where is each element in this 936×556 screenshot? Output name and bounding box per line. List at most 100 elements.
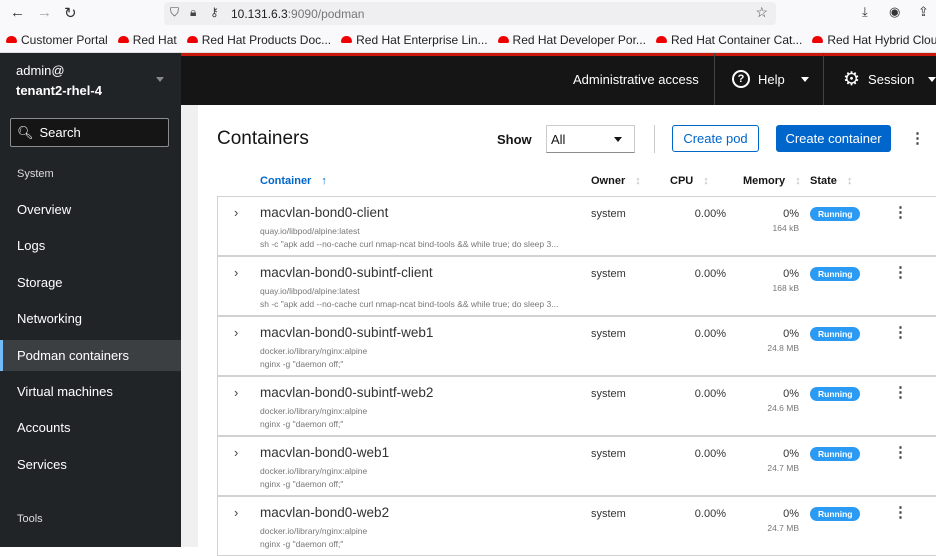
expand-chevron-icon[interactable]: › [234,445,238,460]
kebab-menu-icon[interactable]: ⋮ [910,129,925,147]
bookmark[interactable]: Red Hat [117,33,177,47]
memory-size: 24.6 MB [767,403,799,413]
bookmark[interactable]: Red Hat Products Doc... [186,33,331,47]
administrative-access-button[interactable]: Administrative access [573,53,699,105]
header-label: Container [260,175,312,187]
search-input[interactable]: 🔍︎ Search [10,118,169,147]
container-command: nginx -g "daemon off;" [260,479,344,489]
session-menu[interactable]: ⚙ Session [843,53,936,105]
show-value: All [551,132,566,147]
bookmark[interactable]: Red Hat Hybrid Cloud ... [812,33,936,47]
container-image: docker.io/library/nginx:alpine [260,466,368,476]
cpu-usage: 0.00% [694,388,726,400]
sidebar-item-virtual-machines[interactable]: Virtual machines [0,376,181,407]
state-badge: Running [810,327,861,341]
container-name[interactable]: macvlan-bond0-subintf-client [260,265,433,280]
table-row[interactable]: › macvlan-bond0-client quay.io/libpod/al… [217,196,936,256]
owner: system [591,508,626,520]
container-name[interactable]: macvlan-bond0-subintf-web2 [260,385,433,400]
container-name[interactable]: macvlan-bond0-web2 [260,505,389,520]
gear-icon: ⚙ [843,68,861,90]
container-name[interactable]: macvlan-bond0-subintf-web1 [260,325,433,340]
owner: system [591,388,626,400]
table-row[interactable]: › macvlan-bond0-web1 docker.io/library/n… [217,436,936,496]
container-image: quay.io/libpod/alpine:latest [260,226,360,236]
divider [823,53,824,105]
show-select[interactable]: All [546,125,635,153]
create-container-button[interactable]: Create container [776,125,891,152]
sidebar-item-logs[interactable]: Logs [0,230,181,261]
cpu-usage: 0.00% [694,328,726,340]
column-header-owner[interactable]: Owner ↕ [591,175,641,187]
sidebar-item-services[interactable]: Services [0,449,181,480]
redhat-icon [186,36,198,43]
sidebar-item-accounts[interactable]: Accounts [0,412,181,443]
memory-percent: 0% [783,448,799,460]
bookmark-label: Red Hat Hybrid Cloud ... [827,32,936,47]
content-gutter [181,105,198,547]
account-icon[interactable]: ◉ [889,4,900,20]
star-icon[interactable]: ☆ [755,4,768,21]
extensions-icon[interactable]: ⇪ [918,4,929,20]
bookmark[interactable]: Red Hat Enterprise Lin... [341,33,488,47]
page-title: Containers [217,128,309,149]
container-name[interactable]: macvlan-bond0-client [260,205,388,220]
table-row[interactable]: › macvlan-bond0-subintf-web1 docker.io/l… [217,316,936,376]
download-icon[interactable]: ⤓ [862,4,868,20]
table-row[interactable]: › macvlan-bond0-subintf-web2 docker.io/l… [217,376,936,436]
caret-down-icon [928,76,936,82]
create-pod-button[interactable]: Create pod [672,125,759,152]
memory-size: 168 kB [772,283,799,293]
help-icon: ? [732,70,750,88]
owner: system [591,208,626,220]
back-icon[interactable]: ← [10,4,25,21]
sidebar-item-podman-containers[interactable]: Podman containers [0,340,181,371]
expand-chevron-icon[interactable]: › [234,325,238,340]
reload-icon[interactable]: ↻ [64,4,77,22]
redhat-icon [812,36,824,43]
row-kebab-icon[interactable]: ⋮ [893,323,908,341]
forward-icon[interactable]: → [37,4,52,21]
table-row[interactable]: › macvlan-bond0-subintf-client quay.io/l… [217,256,936,316]
sidebar-item-overview[interactable]: Overview [0,194,181,225]
container-image: quay.io/libpod/alpine:latest [260,286,360,296]
column-header-state[interactable]: State ↕ [810,175,852,187]
column-header-container[interactable]: Container ↑ [260,175,327,187]
row-kebab-icon[interactable]: ⋮ [893,443,908,461]
caret-down-icon [800,76,809,82]
column-header-cpu[interactable]: CPU ↕ [670,175,709,187]
host-name: tenant2-rhel-4 [16,83,102,98]
expand-chevron-icon[interactable]: › [234,505,238,520]
state-badge: Running [810,207,861,221]
column-header-memory[interactable]: Memory ↕ [743,175,801,187]
bookmark[interactable]: Red Hat Container Cat... [655,33,802,47]
help-menu[interactable]: ? Help [732,53,809,105]
row-kebab-icon[interactable]: ⋮ [893,203,908,221]
cpu-usage: 0.00% [694,208,726,220]
cpu-usage: 0.00% [694,448,726,460]
bookmark[interactable]: Customer Portal [6,33,108,47]
row-kebab-icon[interactable]: ⋮ [893,503,908,521]
table-row[interactable]: › macvlan-bond0-web2 docker.io/library/n… [217,496,936,556]
expand-chevron-icon[interactable]: › [234,265,238,280]
state-badge: Running [810,507,861,521]
search-icon: 🔍︎ [17,124,34,140]
sidebar-item-networking[interactable]: Networking [0,303,181,334]
row-kebab-icon[interactable]: ⋮ [893,263,908,281]
memory-percent: 0% [783,328,799,340]
host-switcher[interactable]: admin@ tenant2-rhel-4 [0,53,181,105]
divider [714,53,715,105]
expand-chevron-icon[interactable]: › [234,385,238,400]
expand-chevron-icon[interactable]: › [234,205,238,220]
container-image: docker.io/library/nginx:alpine [260,406,368,416]
bookmark[interactable]: Red Hat Developer Por... [497,33,646,47]
row-kebab-icon[interactable]: ⋮ [893,383,908,401]
help-label: Help [758,71,785,87]
header-label: Owner [591,175,626,187]
divider [654,125,655,153]
cpu-usage: 0.00% [694,268,726,280]
sidebar-item-storage[interactable]: Storage [0,267,181,298]
url-bar[interactable]: ⛉ 🔒︎ ⚷ 10.131.6.3:9090/podman ☆ [164,2,776,25]
memory-size: 164 kB [772,223,799,233]
container-name[interactable]: macvlan-bond0-web1 [260,445,389,460]
